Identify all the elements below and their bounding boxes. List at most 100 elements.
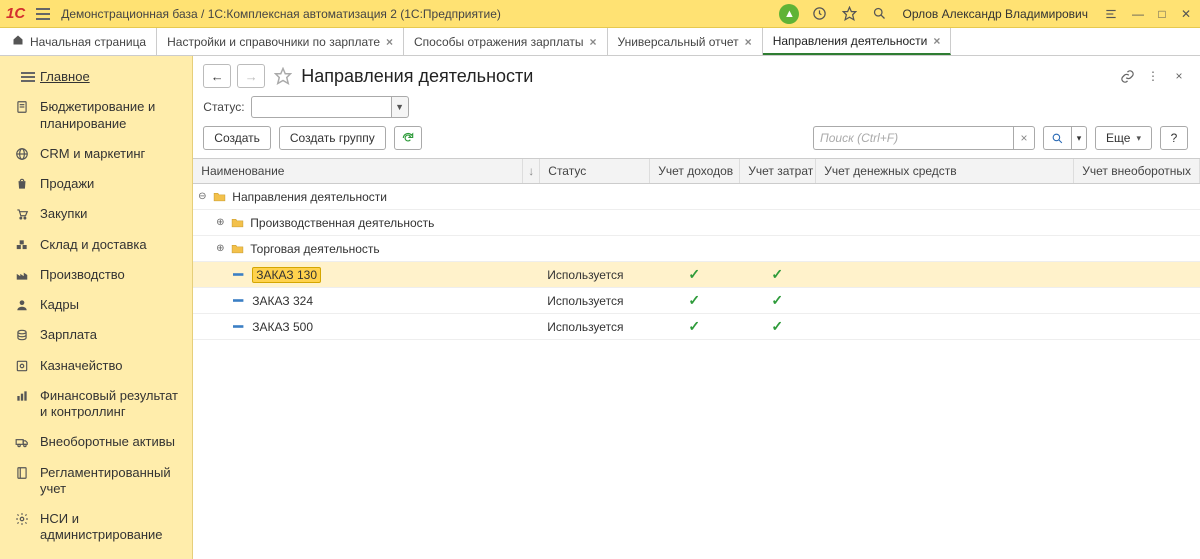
current-user[interactable]: Орлов Александр Владимирович [902, 7, 1088, 21]
search-input[interactable] [813, 126, 1013, 150]
check-icon: ✓ [688, 292, 700, 309]
tab-label: Настройки и справочники по зарплате [167, 35, 380, 49]
bell-icon[interactable]: ▲ [778, 3, 800, 25]
expand-icon[interactable]: ⊕ [215, 217, 225, 228]
sidebar-item-label: Регламентированный учет [40, 465, 182, 498]
refresh-button[interactable] [394, 126, 422, 150]
row-status: Используется [539, 320, 649, 334]
chevron-down-icon: ▾ [1136, 133, 1141, 144]
col-income[interactable]: Учет доходов [650, 159, 740, 183]
sort-indicator-icon[interactable]: ↓ [523, 159, 540, 183]
tab-activity-directions[interactable]: Направления деятельности × [763, 28, 952, 55]
help-button[interactable]: ? [1160, 126, 1188, 150]
sidebar-item-warehouse[interactable]: Склад и доставка [0, 230, 192, 260]
sidebar-item-production[interactable]: Производство [0, 260, 192, 290]
toolbar: Создать Создать группу × ▾ Еще▾ ? [193, 126, 1200, 158]
tree-item-row[interactable]: ЗАКАЗ 130 Используется ✓ ✓ [193, 262, 1200, 288]
folder-icon [231, 217, 244, 228]
col-cash[interactable]: Учет денежных средств [816, 159, 1074, 183]
page-title: Направления деятельности [301, 66, 533, 87]
close-icon[interactable]: × [745, 35, 752, 49]
expand-icon[interactable]: ⊕ [215, 243, 225, 254]
sidebar-item-label: Производство [40, 267, 182, 283]
close-icon[interactable]: × [933, 34, 940, 48]
create-group-button[interactable]: Создать группу [279, 126, 386, 150]
row-label: Торговая деятельность [250, 242, 379, 256]
kebab-icon[interactable]: ⋮ [1144, 67, 1162, 85]
tree-group-row[interactable]: ⊕ Торговая деятельность [193, 236, 1200, 262]
favorite-star-icon[interactable] [273, 66, 293, 86]
bag-icon [14, 176, 30, 192]
sidebar-item-fixed-assets[interactable]: Внеоборотные активы [0, 427, 192, 457]
tree-group-row[interactable]: ⊕ Производственная деятельность [193, 210, 1200, 236]
collapse-icon[interactable]: ⊖ [197, 191, 207, 202]
tab-payroll-reflection[interactable]: Способы отражения зарплаты × [404, 28, 608, 55]
sidebar-item-sales[interactable]: Продажи [0, 169, 192, 199]
main-menu-icon[interactable] [33, 4, 53, 24]
close-page-icon[interactable]: × [1170, 67, 1188, 85]
col-expense[interactable]: Учет затрат [740, 159, 816, 183]
tab-label: Начальная страница [30, 35, 146, 49]
maximize-button[interactable]: □ [1154, 6, 1170, 22]
status-filter[interactable]: ▼ [251, 96, 409, 118]
tree-grid: ⊖ Направления деятельности ⊕ Производств… [193, 184, 1200, 340]
boxes-icon [14, 237, 30, 253]
sidebar-item-main[interactable]: Главное [0, 62, 192, 92]
create-button[interactable]: Создать [203, 126, 271, 150]
tree-item-row[interactable]: ЗАКАЗ 324 Используется ✓ ✓ [193, 288, 1200, 314]
nav-forward-button[interactable]: → [237, 64, 265, 88]
close-icon[interactable]: × [386, 35, 393, 49]
row-label: ЗАКАЗ 324 [252, 294, 313, 308]
sidebar-item-regaccounting[interactable]: Регламентированный учет [0, 458, 192, 505]
sidebar-item-budgeting[interactable]: Бюджетирование и планирование [0, 92, 192, 139]
tab-home[interactable]: Начальная страница [4, 28, 157, 55]
close-icon[interactable]: × [590, 35, 597, 49]
status-filter-field[interactable] [251, 96, 391, 118]
minimize-button[interactable]: — [1130, 6, 1146, 22]
row-label: Производственная деятельность [250, 216, 434, 230]
col-fixed[interactable]: Учет внеоборотных [1074, 159, 1200, 183]
sidebar-item-finresult[interactable]: Финансовый результат и контроллинг [0, 381, 192, 428]
row-status: Используется [539, 294, 649, 308]
titlebar: 1C Демонстрационная база / 1С:Комплексна… [0, 0, 1200, 28]
history-icon[interactable] [808, 3, 830, 25]
chevron-down-icon[interactable]: ▾ [1071, 126, 1087, 150]
app-title: Демонстрационная база / 1С:Комплексная а… [61, 7, 501, 21]
more-button[interactable]: Еще▾ [1095, 126, 1152, 150]
coins-icon [14, 327, 30, 343]
search-icon[interactable] [868, 3, 890, 25]
sidebar-item-nsi[interactable]: НСИ и администрирование [0, 504, 192, 551]
row-label: ЗАКАЗ 130 [252, 267, 321, 283]
item-icon [233, 321, 246, 332]
globe-icon [14, 146, 30, 162]
tree-root-row[interactable]: ⊖ Направления деятельности [193, 184, 1200, 210]
sidebar-item-purchases[interactable]: Закупки [0, 199, 192, 229]
gear-icon [14, 511, 30, 527]
col-name[interactable]: Наименование [193, 159, 523, 183]
row-label: Направления деятельности [232, 190, 387, 204]
nav-back-button[interactable]: ← [203, 64, 231, 88]
sidebar-item-label: Бюджетирование и планирование [40, 99, 182, 132]
search-field[interactable]: × [813, 126, 1035, 150]
sidebar-item-salary[interactable]: Зарплата [0, 320, 192, 350]
tab-universal-report[interactable]: Универсальный отчет × [608, 28, 763, 55]
tab-payroll-settings[interactable]: Настройки и справочники по зарплате × [157, 28, 404, 55]
search-clear-icon[interactable]: × [1013, 126, 1035, 150]
find-button[interactable]: ▾ [1043, 126, 1087, 150]
sidebar-item-treasury[interactable]: Казначейство [0, 351, 192, 381]
sidebar: Главное Бюджетирование и планирование CR… [0, 56, 193, 559]
logo-1c: 1C [6, 5, 25, 22]
link-icon[interactable] [1118, 67, 1136, 85]
factory-icon [14, 267, 30, 283]
tree-item-row[interactable]: ЗАКАЗ 500 Используется ✓ ✓ [193, 314, 1200, 340]
sidebar-item-crm[interactable]: CRM и маркетинг [0, 139, 192, 169]
sidebar-item-label: Кадры [40, 297, 182, 313]
chevron-down-icon[interactable]: ▼ [391, 96, 409, 118]
star-icon[interactable] [838, 3, 860, 25]
sidebar-item-hr[interactable]: Кадры [0, 290, 192, 320]
col-status[interactable]: Статус [540, 159, 650, 183]
row-status: Используется [539, 268, 649, 282]
settings-icon[interactable] [1100, 3, 1122, 25]
sidebar-item-label: Внеоборотные активы [40, 434, 182, 450]
close-button[interactable]: ✕ [1178, 6, 1194, 22]
